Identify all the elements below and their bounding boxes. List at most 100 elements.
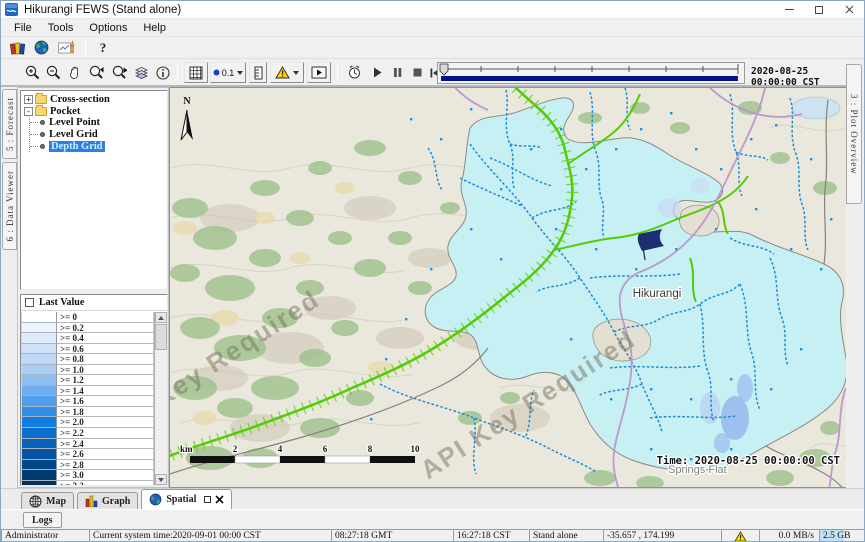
- grid-display-button[interactable]: [184, 62, 208, 83]
- legend-row[interactable]: >= 2.0: [21, 417, 154, 428]
- scrollbar-thumb[interactable]: [155, 324, 167, 350]
- menu-tools[interactable]: Tools: [41, 21, 81, 35]
- animation-control-button[interactable]: [343, 62, 365, 83]
- pan-button[interactable]: [65, 62, 84, 83]
- tab-plot-overview[interactable]: 3 : Plot Overview: [846, 64, 862, 204]
- legend-label: >= 2.8: [57, 460, 154, 471]
- main-toolbar: ?: [1, 37, 864, 59]
- legend-label: >= 1.4: [57, 386, 154, 397]
- zoom-in-button[interactable]: [23, 62, 42, 83]
- map-viewport[interactable]: Hikurangi Springs Flat API Key Required …: [169, 87, 848, 488]
- legend-swatch: [21, 460, 57, 471]
- legend-row[interactable]: >= 3.2: [21, 481, 154, 485]
- map-display-button[interactable]: [29, 37, 53, 58]
- legend-row[interactable]: >= 1.4: [21, 386, 154, 397]
- legend-list: >= 0 >= 0.2 >= 0.4 >= 0.6 >= 0.8 >= 1.0 …: [21, 312, 154, 485]
- legend-row[interactable]: >= 3.0: [21, 470, 154, 481]
- legend-row[interactable]: >= 2.4: [21, 439, 154, 450]
- play-icon: [373, 67, 382, 78]
- zoom-previous-button[interactable]: [86, 62, 107, 83]
- restore-panel-icon[interactable]: [204, 496, 211, 503]
- status-warning-cell[interactable]: [721, 529, 759, 542]
- close-button[interactable]: [834, 1, 864, 18]
- zoom-out-button[interactable]: [44, 62, 63, 83]
- warning-icon: [275, 66, 290, 79]
- expander-icon[interactable]: -: [24, 107, 33, 116]
- tree-node-level-point[interactable]: Level Point: [30, 117, 167, 129]
- legend-label: >= 2.4: [57, 439, 154, 450]
- document-tab-bar: Map Graph Spatial: [1, 488, 865, 509]
- legend-label: >= 1.6: [57, 396, 154, 407]
- movie-icon: [311, 66, 327, 79]
- tab-map[interactable]: Map: [21, 492, 74, 509]
- legend-row[interactable]: >= 1.0: [21, 365, 154, 376]
- thresholds-warning-dropdown[interactable]: [270, 62, 304, 83]
- movie-player-button[interactable]: [307, 62, 331, 83]
- legend-row[interactable]: >= 2.6: [21, 449, 154, 460]
- legend-row[interactable]: >= 0.4: [21, 333, 154, 344]
- scroll-down-button[interactable]: [155, 474, 167, 485]
- status-mode: Stand alone: [529, 529, 603, 542]
- maximize-button[interactable]: [804, 1, 834, 18]
- legend-row[interactable]: >= 1.2: [21, 375, 154, 386]
- import-timeseries-button[interactable]: [53, 37, 79, 58]
- window-title: Hikurangi FEWS (Stand alone): [24, 4, 181, 16]
- last-value-checkbox[interactable]: [25, 298, 34, 307]
- tab-spatial[interactable]: Spatial: [141, 489, 232, 509]
- memory-usage-text: 2.5 GB: [823, 531, 850, 541]
- map-canvas[interactable]: Hikurangi Springs Flat API Key Required …: [170, 88, 848, 488]
- tab-map-label: Map: [46, 496, 66, 507]
- title-bar: Hikurangi FEWS (Stand alone): [1, 1, 864, 19]
- pause-button[interactable]: [389, 62, 405, 83]
- toolbar-separator: [337, 63, 338, 81]
- minimize-button[interactable]: [774, 1, 804, 18]
- menu-help[interactable]: Help: [136, 21, 173, 35]
- legend-row[interactable]: >= 2.2: [21, 428, 154, 439]
- toolbar-separator: [177, 63, 178, 81]
- legend-label: >= 3.0: [57, 470, 154, 481]
- close-panel-icon[interactable]: [215, 495, 224, 504]
- scale-ruler-button[interactable]: [249, 62, 267, 83]
- tree-node-pocket[interactable]: - Pocket: [24, 106, 167, 118]
- minimize-icon: [785, 9, 794, 10]
- info-button[interactable]: [153, 62, 172, 83]
- help-button[interactable]: ?: [92, 37, 114, 58]
- legend-swatch: [21, 449, 57, 460]
- ruler-icon: [254, 66, 263, 80]
- expander-icon[interactable]: +: [24, 95, 33, 104]
- legend-row[interactable]: >= 2.8: [21, 460, 154, 471]
- tree-node-level-grid[interactable]: Level Grid: [30, 129, 167, 141]
- legend-row[interactable]: >= 0.6: [21, 344, 154, 355]
- legend-swatch: [21, 312, 57, 323]
- layers-button[interactable]: [132, 62, 151, 83]
- legend-swatch: [21, 407, 57, 418]
- data-display-button[interactable]: [5, 37, 29, 58]
- bullet-icon: [40, 132, 45, 137]
- tree-node-depth-grid-selected[interactable]: Depth Grid: [30, 140, 167, 152]
- timeline-slider[interactable]: [437, 62, 745, 84]
- zoom-next-button[interactable]: [109, 62, 130, 83]
- menu-file[interactable]: File: [7, 21, 39, 35]
- threshold-dropdown[interactable]: 0.1: [210, 62, 246, 83]
- svg-text:6: 6: [323, 444, 328, 454]
- legend-row[interactable]: >= 1.8: [21, 407, 154, 418]
- menu-options[interactable]: Options: [82, 21, 134, 35]
- scroll-up-button[interactable]: [155, 312, 167, 323]
- legend-swatch: [21, 428, 57, 439]
- tab-forecast[interactable]: 5 : Forecast: [2, 89, 17, 159]
- legend-row[interactable]: >= 0: [21, 312, 154, 323]
- legend-row[interactable]: >= 0.8: [21, 354, 154, 365]
- legend-scrollbar[interactable]: [154, 312, 167, 485]
- stop-button[interactable]: [409, 62, 425, 83]
- tab-graph[interactable]: Graph: [77, 492, 138, 509]
- legend-row[interactable]: >= 1.6: [21, 396, 154, 407]
- legend-label: >= 3.2: [57, 481, 154, 485]
- legend-row[interactable]: >= 0.2: [21, 323, 154, 334]
- tab-data-viewer[interactable]: 6 : Data Viewer: [2, 162, 17, 250]
- layers-icon: [134, 65, 149, 80]
- play-button[interactable]: [369, 62, 385, 83]
- tree-line: [30, 134, 38, 135]
- tree-node-cross-section[interactable]: + Cross-section: [24, 94, 167, 106]
- chevron-down-icon: [293, 71, 299, 75]
- logs-button[interactable]: Logs: [23, 512, 62, 528]
